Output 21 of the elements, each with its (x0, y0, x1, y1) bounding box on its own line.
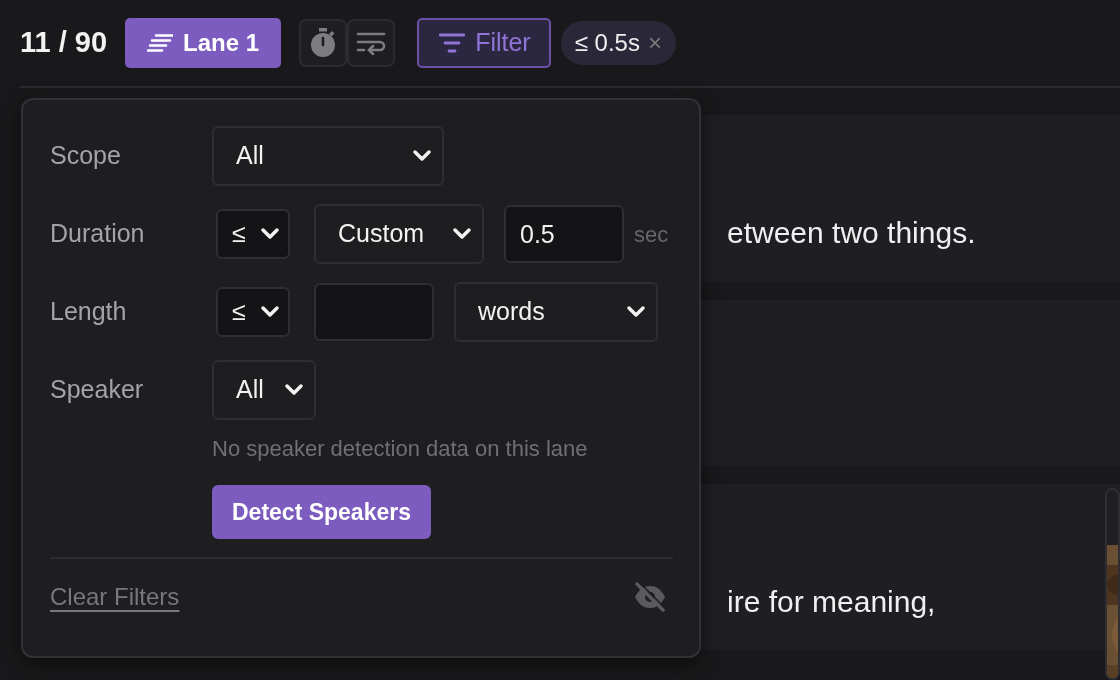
chip-label: ≤ 0.5s (574, 28, 640, 58)
hint-text: No speaker detection data on this lane (212, 435, 588, 463)
field-label: Scope (50, 140, 122, 171)
transcript-text: etween two things. (727, 216, 976, 249)
field-label: Duration (50, 218, 146, 249)
clear-filters-link[interactable]: Clear Filters (50, 579, 180, 615)
dropdown[interactable]: All (212, 360, 316, 420)
field-label: Length (50, 296, 128, 327)
filter-button[interactable]: Filter (417, 18, 551, 68)
item-counter: 11 / 90 (20, 25, 108, 61)
detect-speakers-button[interactable]: Detect Speakers (212, 485, 431, 539)
operator-dropdown[interactable]: ≤ (216, 209, 290, 259)
transcript-text: ire for meaning, (727, 585, 936, 618)
dropdown[interactable]: All (212, 126, 444, 186)
lane-button[interactable]: Lane 1 (125, 18, 282, 68)
unit-label: sec (634, 220, 669, 249)
number-field[interactable]: 0.5 (504, 205, 624, 263)
operator-dropdown[interactable]: ≤ (216, 287, 290, 337)
field-label: Speaker (50, 374, 145, 405)
dropdown[interactable]: words (454, 282, 658, 342)
dropdown[interactable]: Custom (314, 204, 484, 264)
